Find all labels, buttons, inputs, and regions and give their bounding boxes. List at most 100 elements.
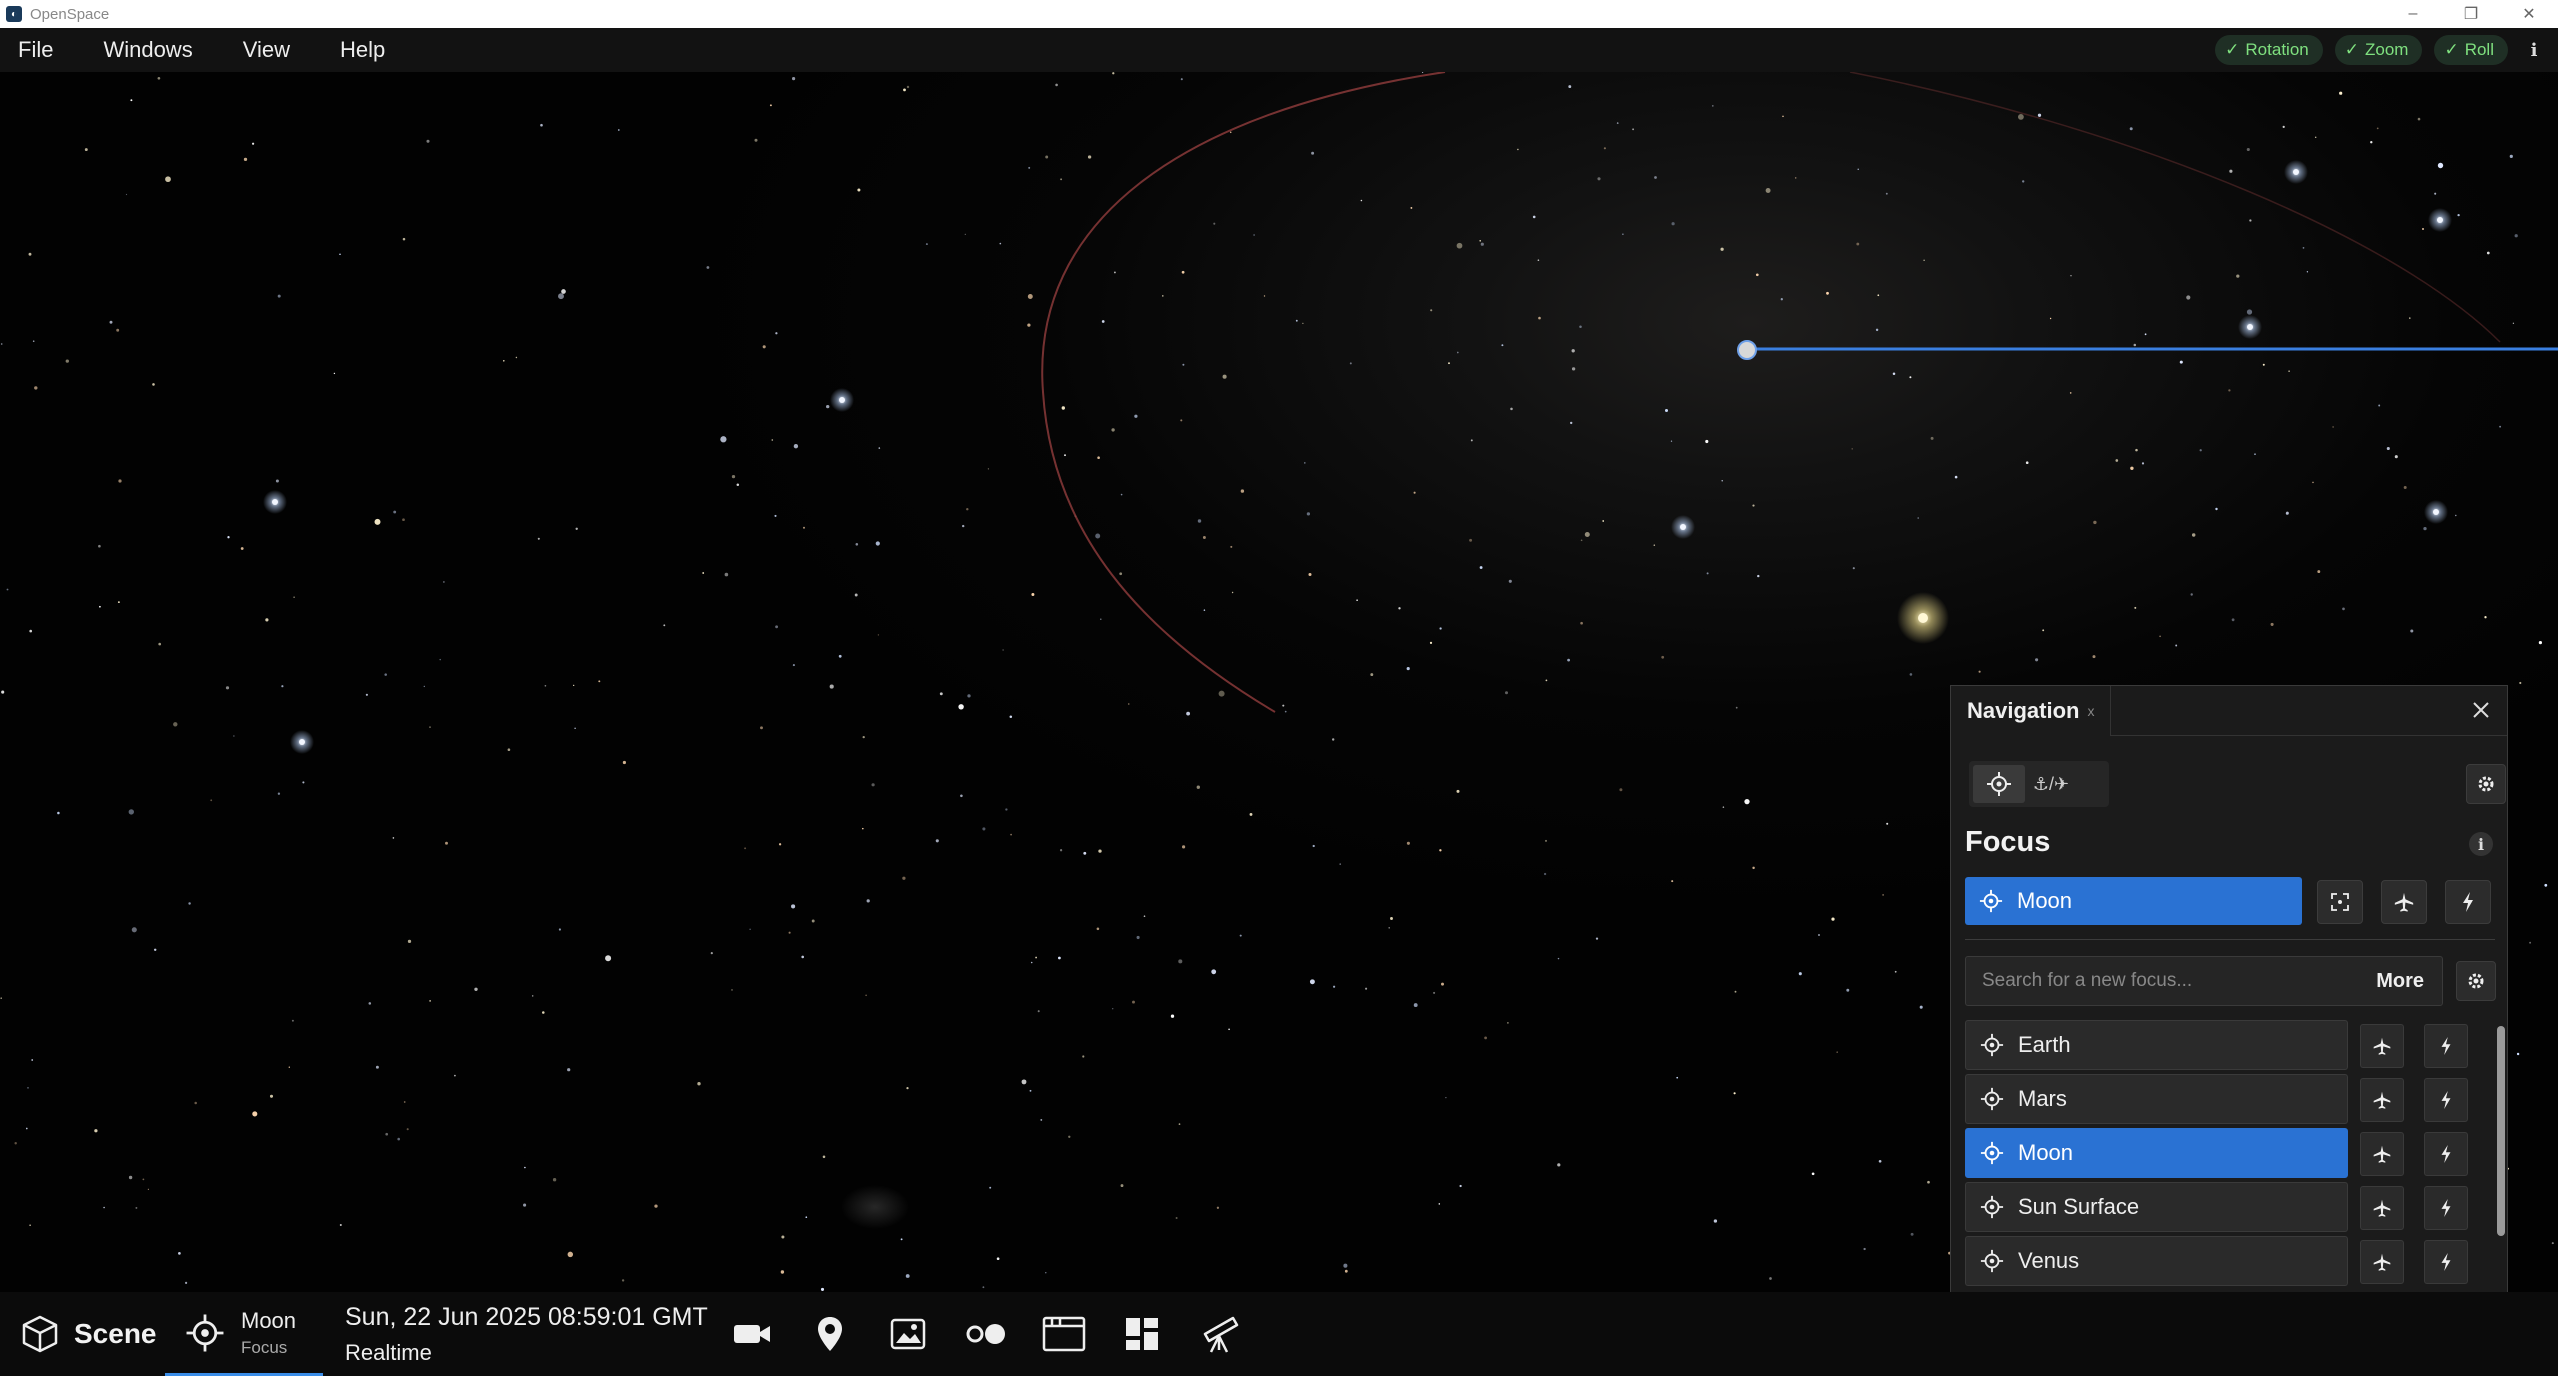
info-icon[interactable]: i [2520, 36, 2548, 64]
star [407, 939, 412, 944]
roll-toggle-label: Roll [2464, 40, 2494, 59]
fly-to-button[interactable] [2360, 1240, 2404, 1284]
fly-to-button[interactable] [2360, 1024, 2404, 1068]
search-settings-button[interactable] [2456, 961, 2496, 1001]
star [903, 88, 906, 92]
close-icon[interactable]: ✕ [2500, 0, 2558, 28]
star [1100, 618, 1102, 620]
star [1545, 839, 1547, 842]
star [962, 524, 965, 528]
jump-to-button[interactable] [2424, 1024, 2468, 1068]
star [1580, 539, 1583, 542]
star [423, 685, 425, 688]
fly-to-button[interactable] [2360, 1132, 2404, 1176]
star [1162, 295, 1164, 297]
navigation-settings-button[interactable] [2466, 764, 2506, 804]
simulation-datetime: Sun, 22 Jun 2025 08:59:01 GMT [345, 1302, 708, 1331]
scene-label: Scene [74, 1318, 157, 1349]
star [744, 847, 747, 850]
star [706, 266, 710, 269]
star [2190, 593, 2193, 596]
star [905, 1274, 910, 1278]
star [1441, 982, 1444, 986]
star [1112, 72, 1115, 75]
fly-to-focus-button[interactable] [2381, 880, 2427, 924]
jump-to-button[interactable] [2424, 1132, 2468, 1176]
list-item-moon: Moon [1965, 1128, 2495, 1178]
current-focus-button[interactable]: Moon [1965, 877, 2302, 925]
focus-item-label: Moon [2018, 1140, 2074, 1165]
time-panel-button[interactable]: Sun, 22 Jun 2025 08:59:01 GMT Realtime [323, 1303, 713, 1366]
moon-orbit-arc [1041, 72, 1446, 713]
star [293, 596, 295, 598]
star [1311, 151, 1315, 155]
focus-list-scrollbar[interactable] [2497, 1026, 2505, 1236]
jump-to-button[interactable] [2424, 1078, 2468, 1122]
star [65, 359, 69, 363]
divider [1965, 939, 2495, 940]
star [1878, 1159, 1882, 1163]
lightning-icon [2441, 1199, 2451, 1217]
fly-to-button[interactable] [2360, 1186, 2404, 1230]
star [474, 987, 478, 991]
star [1240, 489, 1245, 493]
star [1456, 242, 1463, 249]
star [654, 1204, 658, 1208]
star [780, 1270, 785, 1274]
star [125, 193, 128, 196]
star [854, 593, 858, 597]
location-pin-icon[interactable] [791, 1292, 869, 1376]
focus-item-button[interactable]: Earth [1965, 1020, 2348, 1070]
menu-windows[interactable]: Windows [83, 37, 222, 63]
star [507, 748, 511, 752]
focus-item-button[interactable]: Moon [1965, 1128, 2348, 1178]
more-button[interactable]: More [2358, 970, 2442, 993]
navigation-tab[interactable]: Navigation x [1951, 685, 2112, 736]
frame-focus-button[interactable] [2317, 880, 2363, 924]
focus-item-button[interactable]: Mars [1965, 1074, 2348, 1124]
roll-toggle[interactable]: ✓ Roll [2434, 35, 2508, 65]
maximize-icon[interactable]: ❐ [2442, 0, 2500, 28]
anchor-aim-mode-icon[interactable]: ⚓/✈ [2025, 765, 2077, 803]
menu-help[interactable]: Help [320, 37, 415, 63]
star [184, 1281, 188, 1285]
star [2422, 228, 2424, 230]
dots-icon[interactable] [947, 1292, 1025, 1376]
menu-view[interactable]: View [223, 37, 320, 63]
dashboard-icon[interactable] [1103, 1292, 1181, 1376]
menu-file[interactable]: File [0, 37, 83, 63]
focus-info-icon[interactable]: i [2469, 832, 2493, 856]
moon-marker[interactable] [1737, 340, 1757, 360]
star [531, 995, 534, 997]
tab-close-icon[interactable]: x [2087, 703, 2094, 719]
browser-window-icon[interactable] [1025, 1292, 1103, 1376]
star [1733, 1092, 1736, 1095]
star [999, 242, 1002, 245]
star [2551, 1242, 2554, 1245]
focus-mode-icon[interactable] [1973, 765, 2025, 803]
image-icon[interactable] [869, 1292, 947, 1376]
star [1579, 325, 1582, 328]
jump-to-button[interactable] [2424, 1240, 2468, 1284]
zoom-toggle[interactable]: ✓ Zoom [2334, 35, 2423, 65]
cube-icon [22, 1315, 58, 1353]
minimize-icon[interactable]: – [2384, 0, 2442, 28]
rotation-toggle[interactable]: ✓ Rotation [2215, 35, 2323, 65]
fly-to-button[interactable] [2360, 1078, 2404, 1122]
star [131, 927, 137, 933]
scene-button[interactable]: Scene [0, 1292, 165, 1376]
jump-to-focus-button[interactable] [2445, 880, 2491, 924]
telescope-icon[interactable] [1181, 1292, 1259, 1376]
focus-button[interactable]: Moon Focus [165, 1292, 323, 1376]
star [2339, 91, 2343, 95]
star [574, 727, 576, 729]
panel-close-icon[interactable] [2467, 696, 2495, 724]
jump-to-button[interactable] [2424, 1186, 2468, 1230]
star [1055, 83, 1058, 87]
star [28, 252, 32, 256]
camera-icon[interactable] [713, 1292, 791, 1376]
focus-item-button[interactable]: Sun Surface [1965, 1182, 2348, 1232]
focus-search-input[interactable] [1966, 957, 2359, 1005]
star [1202, 536, 1206, 539]
focus-item-button[interactable]: Venus [1965, 1236, 2348, 1286]
